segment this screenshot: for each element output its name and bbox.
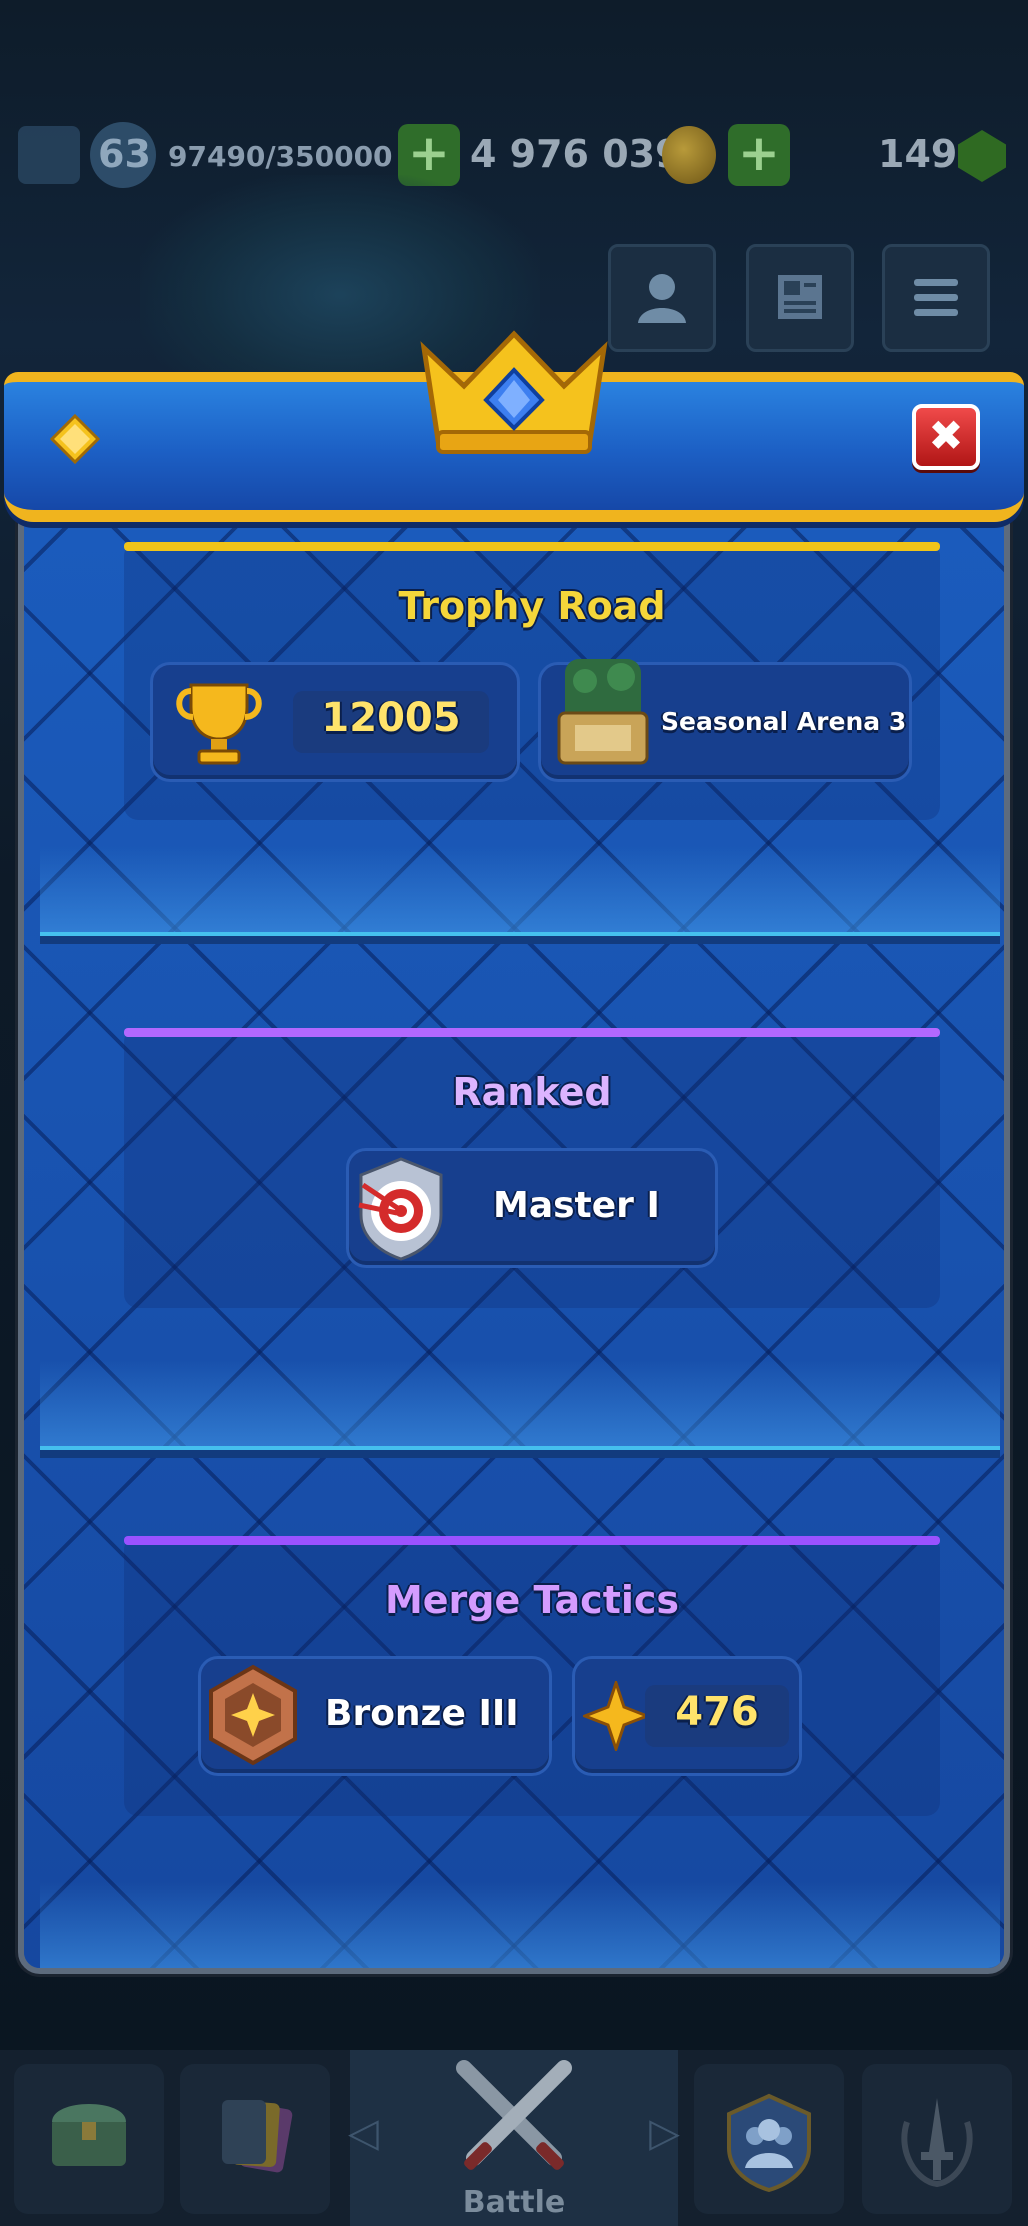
profile-icon	[611, 267, 713, 340]
arena-name: Seasonal Arena 3	[661, 707, 907, 736]
merge-tactics-section: Merge Tactics Bronze III 476	[40, 1462, 1000, 1968]
news-button[interactable]	[746, 244, 854, 352]
prev-tab-arrow[interactable]: ◁	[348, 2110, 379, 2156]
close-button[interactable]: ✖	[912, 404, 980, 470]
merge-tactics-card: Merge Tactics Bronze III 476	[124, 1536, 940, 1816]
ranked-stripe	[124, 1028, 940, 1037]
clan-icon	[694, 2092, 844, 2209]
gem-icon	[50, 414, 100, 464]
gem-icon	[958, 130, 1006, 182]
ranked-league: Master I	[493, 1185, 660, 1226]
cards-icon	[180, 2092, 330, 2199]
ranked-title: Ranked	[452, 1070, 612, 1114]
ranked-target-icon	[358, 1157, 443, 1261]
trophy-road-title: Trophy Road	[398, 584, 666, 628]
crown-icon	[420, 330, 608, 454]
merge-league-pill[interactable]: Bronze III	[198, 1656, 552, 1776]
battle-swords-icon	[456, 2060, 572, 2170]
league-modal: Trophy Road 12005 Seasonal Arena 3 Ranke…	[18, 468, 1010, 1974]
trophy-count-pill[interactable]: 12005	[150, 662, 520, 782]
ranked-section: Ranked Master I	[40, 948, 1000, 1458]
nav-clan[interactable]	[694, 2064, 844, 2214]
profile-button[interactable]	[608, 244, 716, 352]
add-gems-button[interactable]: +	[728, 124, 790, 186]
nav-events[interactable]	[862, 2064, 1012, 2214]
ranked-league-pill[interactable]: Master I	[346, 1148, 718, 1268]
merge-points: 476	[675, 1689, 759, 1735]
menu-button[interactable]	[882, 244, 990, 352]
merge-league: Bronze III	[325, 1693, 519, 1734]
news-icon	[749, 267, 851, 340]
menu-icon	[885, 267, 987, 340]
next-tab-arrow[interactable]: ▷	[649, 2110, 680, 2156]
trophy-road-section: Trophy Road 12005 Seasonal Arena 3	[40, 504, 1000, 944]
player-level: 63	[98, 132, 151, 176]
bronze-badge-icon	[209, 1664, 297, 1766]
gold-coin-icon	[662, 126, 716, 184]
merge-tactics-stripe	[124, 1536, 940, 1545]
bottom-nav: ◁ ▷ Battle	[0, 2050, 1028, 2226]
trophy-count: 12005	[321, 695, 461, 741]
merge-tactics-title: Merge Tactics	[384, 1578, 680, 1622]
trophy-icon	[176, 683, 262, 765]
star-icon	[583, 1681, 649, 1751]
arena-icon	[557, 659, 649, 765]
battle-label: Battle	[462, 2185, 566, 2220]
nav-shop[interactable]	[14, 2064, 164, 2214]
trophy-road-stripe	[124, 542, 940, 551]
ranked-card: Ranked Master I	[124, 1028, 940, 1308]
merge-points-pill[interactable]: 476	[572, 1656, 802, 1776]
gold-amount: 4 976 039	[470, 132, 682, 176]
nav-battle[interactable]: ◁ ▷ Battle	[348, 2050, 680, 2226]
xp-progress: 97490/350000	[168, 140, 393, 173]
events-icon	[862, 2092, 1012, 2209]
gems-amount: 149	[878, 132, 958, 176]
chest-icon	[14, 2092, 164, 2189]
arena-pill[interactable]: Seasonal Arena 3	[538, 659, 912, 782]
nav-cards[interactable]	[180, 2064, 330, 2214]
king-tower-icon	[18, 126, 80, 184]
trophy-road-card: Trophy Road 12005 Seasonal Arena 3	[124, 542, 940, 820]
